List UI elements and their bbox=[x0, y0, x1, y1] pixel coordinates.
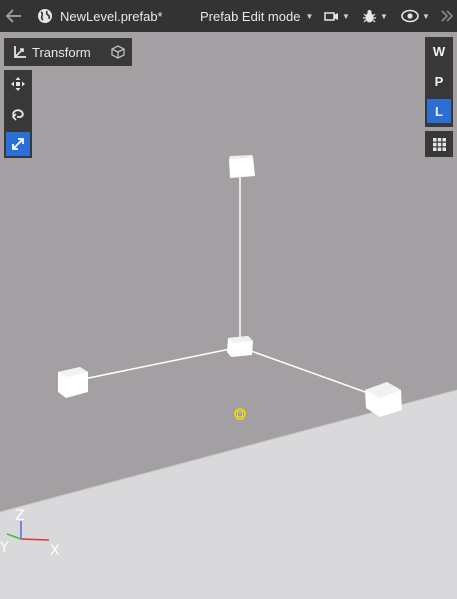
scene-viewport[interactable]: Z Y X bbox=[0, 32, 457, 599]
local-space-button[interactable]: L bbox=[427, 99, 451, 123]
level-name: NewLevel.prefab* bbox=[60, 8, 163, 24]
scale-tool-button[interactable] bbox=[6, 132, 30, 156]
bug-icon bbox=[363, 9, 376, 22]
parent-space-button[interactable]: P bbox=[427, 69, 451, 93]
orientation-x-label: X bbox=[50, 543, 60, 559]
eye-icon bbox=[401, 9, 419, 23]
transform-label: Transform bbox=[32, 44, 91, 60]
view-dropdown[interactable]: ▼ bbox=[401, 0, 430, 32]
chevron-down-icon: ▼ bbox=[380, 11, 388, 21]
transform-axes-icon bbox=[14, 46, 26, 58]
world-space-button[interactable]: W bbox=[427, 39, 451, 63]
orientation-x-axis bbox=[20, 538, 50, 541]
debug-dropdown[interactable]: ▼ bbox=[362, 0, 388, 32]
back-button[interactable] bbox=[5, 0, 23, 32]
cube-icon[interactable] bbox=[111, 45, 125, 59]
globe-icon bbox=[38, 9, 52, 23]
grid-toggle-button[interactable] bbox=[425, 131, 453, 157]
grid-icon bbox=[432, 137, 446, 151]
move-icon bbox=[11, 77, 25, 91]
overflow-button[interactable] bbox=[440, 0, 454, 32]
rotate-tool-button[interactable] bbox=[6, 102, 30, 126]
scene-canvas bbox=[0, 32, 457, 599]
level-selector[interactable]: NewLevel.prefab* bbox=[37, 0, 163, 32]
chevron-down-icon: ▼ bbox=[422, 11, 430, 21]
move-tool-button[interactable] bbox=[6, 72, 30, 96]
double-chevron-right-icon bbox=[441, 10, 454, 22]
transform-panel[interactable]: Transform bbox=[4, 38, 132, 66]
mode-label: Prefab Edit mode bbox=[200, 8, 301, 24]
tool-panel bbox=[4, 70, 32, 158]
scale-icon bbox=[12, 138, 24, 150]
camera-dropdown[interactable]: ▼ bbox=[324, 0, 350, 32]
chevron-down-icon: ▼ bbox=[342, 11, 350, 21]
top-toolbar: NewLevel.prefab* Prefab Edit mode ▼ ▼ ▼ … bbox=[0, 0, 457, 32]
orientation-z-label: Z bbox=[15, 508, 25, 524]
camera-icon bbox=[324, 12, 338, 21]
coordinate-space-panel: W P L bbox=[425, 37, 453, 127]
rotate-icon bbox=[11, 109, 24, 121]
gizmo-handle-top bbox=[229, 155, 255, 178]
chevron-down-icon: ▼ bbox=[305, 11, 314, 21]
orientation-y-label: Y bbox=[0, 540, 9, 556]
mode-dropdown[interactable]: Prefab Edit mode ▼ bbox=[200, 0, 313, 32]
gizmo-handle-center bbox=[227, 336, 253, 357]
arrow-left-icon bbox=[5, 9, 21, 23]
